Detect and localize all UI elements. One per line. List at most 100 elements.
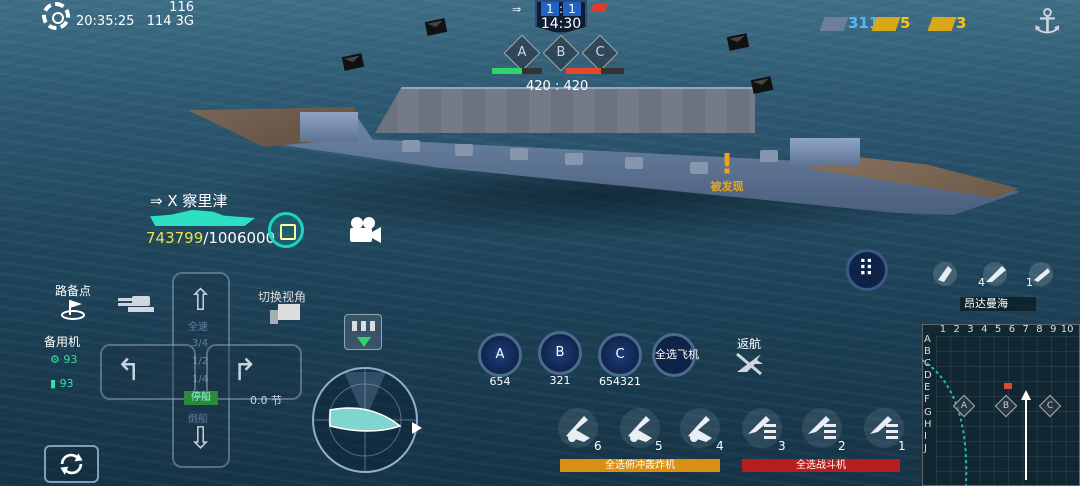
- camera-icon[interactable]: [348, 216, 382, 244]
- reverse-label[interactable]: 倒船: [188, 410, 208, 425]
- menu-grid-button[interactable]: [846, 249, 888, 291]
- score-left: 1: [540, 2, 559, 16]
- bomber-squad-5-button[interactable]: [620, 408, 660, 448]
- points-separator: :: [554, 79, 560, 94]
- waypoint-flag-icon[interactable]: [60, 298, 86, 320]
- return-planes-icon[interactable]: [733, 350, 765, 376]
- squadron-c-label: C: [615, 347, 625, 362]
- hangar-count-b: ▮ 93: [50, 377, 74, 390]
- target-label: ⇒ X 察里津: [150, 190, 227, 211]
- ship-turret: [565, 153, 583, 165]
- squadron-c-button[interactable]: C: [598, 333, 642, 377]
- counter-assists: 3: [927, 14, 967, 32]
- reset-camera-button[interactable]: [44, 445, 99, 483]
- ship-superstructure: [300, 112, 358, 142]
- detected-alert: ! 被发现: [705, 150, 749, 194]
- fighter-squad-2-button[interactable]: [802, 408, 842, 448]
- ping-text: 116: [169, 0, 194, 15]
- throttle-down-icon[interactable]: ⇩: [188, 424, 213, 454]
- enemy-marker-icon: [1004, 383, 1012, 389]
- fighter-squad-2-num: 2: [838, 439, 846, 453]
- fighter-squad-3-button[interactable]: [742, 408, 782, 448]
- target-hp-max: 1006000: [208, 229, 276, 247]
- speed-1-2-label[interactable]: 1/2: [192, 356, 208, 367]
- bomber-squad-6-button[interactable]: [558, 408, 598, 448]
- squadron-a-button[interactable]: A: [478, 333, 522, 377]
- team-left-points-fill: [492, 68, 522, 74]
- cap-point-label: A: [517, 45, 527, 60]
- squadron-b-button[interactable]: B: [538, 331, 582, 375]
- select-all-planes-button[interactable]: 全选飞机: [652, 333, 699, 377]
- team-left-points-bar: [492, 68, 542, 74]
- team-points: 420 : 420: [526, 79, 588, 94]
- ship-turret: [760, 150, 778, 162]
- cap-point-label: B: [556, 45, 566, 60]
- cap-point-label: C: [595, 45, 605, 60]
- squadron-b-label: B: [555, 345, 565, 360]
- speed-full-label[interactable]: 全速: [188, 318, 208, 333]
- player-heading-line: [1025, 396, 1027, 480]
- points-right: 420: [563, 79, 589, 94]
- hangar-b-value: 93: [59, 377, 74, 390]
- alert-mark: !: [720, 147, 734, 180]
- hangar-a-value: 93: [63, 353, 78, 366]
- ship-turret: [455, 144, 473, 156]
- target-prefix: X: [167, 192, 178, 210]
- repair-unit-icon[interactable]: [930, 260, 960, 288]
- speed-knots: 0.0 节: [250, 394, 282, 407]
- ship-class-icon: ⇒: [150, 192, 163, 210]
- bomber-squad-4-num: 4: [716, 439, 724, 453]
- clock-text: 20:35:25: [76, 14, 135, 29]
- system-status: 116 20:35:25 114 3G: [76, 1, 194, 29]
- map-name: 昂达曼海: [960, 297, 1036, 311]
- target-hp-current: 743799: [146, 229, 204, 247]
- dive-bomber-icon: [688, 416, 712, 442]
- alert-text: 被发现: [710, 180, 744, 193]
- player-marker-icon: [1021, 390, 1031, 400]
- minimap-col-label: 6: [1008, 324, 1016, 335]
- stop-ship-button[interactable]: 停船: [184, 391, 218, 405]
- bomber-squad-4-button[interactable]: [680, 408, 720, 448]
- team-right-ships-icon: [590, 4, 608, 12]
- anchor-menu-icon[interactable]: ⚓: [1032, 2, 1062, 42]
- settings-gear-icon[interactable]: [42, 2, 70, 30]
- dive-bomber-icon: [628, 416, 652, 442]
- fighter-reserve-count: 4: [978, 276, 985, 289]
- squadron-c-count: 654321: [599, 375, 641, 388]
- assist-count-icon: [927, 16, 957, 31]
- ship-turret: [510, 148, 528, 160]
- turn-right-icon: ↱: [232, 353, 258, 388]
- speed-3-4-label[interactable]: 3/4: [192, 338, 208, 349]
- refresh-icon: [60, 453, 83, 475]
- steer-left-button[interactable]: [100, 344, 196, 400]
- fighter-icon: [808, 416, 836, 439]
- fighter-squad-3-num: 3: [778, 439, 786, 453]
- dive-bomber-icon: [566, 416, 590, 442]
- squadron-b-count: 321: [549, 374, 571, 387]
- speed-gauge-icon[interactable]: [344, 314, 382, 350]
- minimap-cap-label: B: [1002, 401, 1010, 411]
- speed-1-4-label[interactable]: 1/4: [192, 374, 208, 385]
- score-right: 1: [563, 2, 582, 16]
- minimap-col-label: 10: [1060, 324, 1074, 335]
- throttle-up-icon[interactable]: ⇧: [188, 286, 213, 316]
- minimap-col-label: 8: [1036, 324, 1043, 335]
- counter-value: 3: [956, 14, 967, 32]
- minimap-col-label: 5: [994, 324, 1002, 335]
- switch-view-icon[interactable]: [268, 302, 302, 326]
- team-right-points-bar: [566, 68, 624, 74]
- fighter-icon: [748, 416, 776, 439]
- team-left-ships-icon: ⇒: [512, 3, 522, 16]
- counter-kills: 5: [871, 14, 911, 32]
- main-gun-icon[interactable]: [118, 290, 158, 314]
- target-name: 察里津: [182, 192, 228, 210]
- counter-ships: 311: [819, 14, 879, 32]
- select-all-bombers-button[interactable]: 全选俯冲轰炸机: [560, 459, 720, 472]
- turn-left-icon: ↰: [116, 353, 142, 388]
- counter-value: 5: [900, 14, 911, 32]
- select-all-fighters-button[interactable]: 全选战斗机: [742, 459, 900, 472]
- points-left: 420: [526, 79, 551, 94]
- compass-radar[interactable]: [300, 362, 430, 482]
- lock-target-icon[interactable]: [268, 212, 304, 248]
- team-right-points-fill: [566, 68, 601, 74]
